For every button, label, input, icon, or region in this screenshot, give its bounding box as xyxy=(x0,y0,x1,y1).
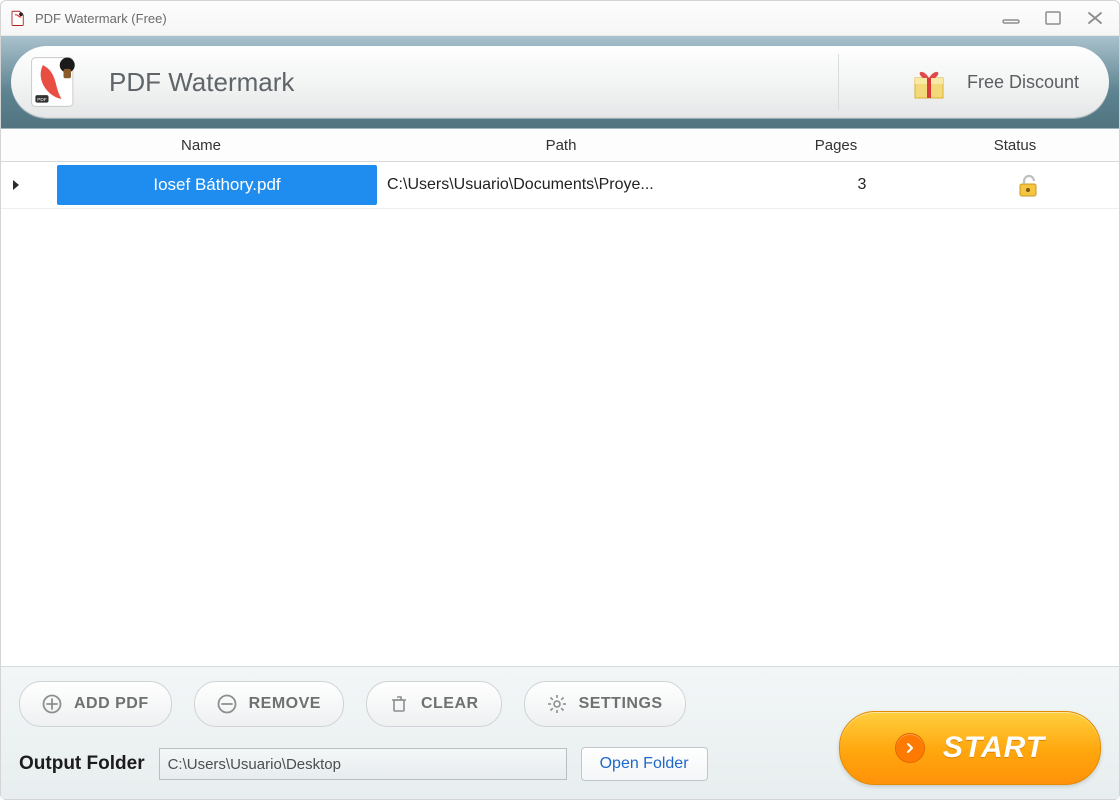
chevron-right-icon xyxy=(895,733,925,763)
minus-circle-icon xyxy=(217,694,237,714)
plus-circle-icon xyxy=(42,694,62,714)
open-folder-button[interactable]: Open Folder xyxy=(581,747,708,781)
start-button[interactable]: START xyxy=(839,711,1101,785)
row-path: C:\Users\Usuario\Documents\Proye... xyxy=(383,176,787,194)
titlebar: PDF Watermark (Free) xyxy=(1,1,1119,36)
col-status: Status xyxy=(911,137,1119,154)
minimize-button[interactable] xyxy=(999,8,1023,28)
clear-button[interactable]: CLEAR xyxy=(366,681,502,727)
row-status xyxy=(937,172,1119,198)
col-path: Path xyxy=(361,137,761,154)
table-row[interactable]: Iosef Báthory.pdf C:\Users\Usuario\Docum… xyxy=(1,162,1119,209)
file-table: Name Path Pages Status Iosef Báthory.pdf… xyxy=(1,128,1119,666)
close-button[interactable] xyxy=(1083,8,1107,28)
header-banner: PDF PDF Watermark Free Discou xyxy=(1,36,1119,128)
bottom-panel: ADD PDF REMOVE CLEAR SETTINGS xyxy=(1,666,1119,799)
add-pdf-label: ADD PDF xyxy=(74,695,149,713)
row-pages: 3 xyxy=(787,176,937,194)
trash-icon xyxy=(389,694,409,714)
settings-button[interactable]: SETTINGS xyxy=(524,681,686,727)
svg-text:PDF: PDF xyxy=(37,97,46,102)
gear-icon xyxy=(547,694,567,714)
row-name: Iosef Báthory.pdf xyxy=(57,165,377,205)
free-discount-button[interactable]: Free Discount xyxy=(909,46,1079,118)
remove-label: REMOVE xyxy=(249,695,321,713)
app-icon xyxy=(9,9,27,27)
output-folder-path: C:\Users\Usuario\Desktop xyxy=(168,756,341,773)
start-label: START xyxy=(943,731,1045,765)
clear-label: CLEAR xyxy=(421,695,479,713)
lock-open-icon xyxy=(1015,172,1041,198)
maximize-button[interactable] xyxy=(1041,8,1065,28)
add-pdf-button[interactable]: ADD PDF xyxy=(19,681,172,727)
app-name: PDF Watermark xyxy=(109,67,294,98)
banner-separator xyxy=(838,54,839,110)
settings-label: SETTINGS xyxy=(579,695,663,713)
gift-icon xyxy=(909,62,949,102)
col-pages: Pages xyxy=(761,137,911,154)
col-name: Name xyxy=(41,137,361,154)
banner-pill: PDF PDF Watermark Free Discou xyxy=(11,46,1109,118)
remove-button[interactable]: REMOVE xyxy=(194,681,344,727)
table-header: Name Path Pages Status xyxy=(1,129,1119,162)
output-folder-field[interactable]: C:\Users\Usuario\Desktop xyxy=(159,748,567,780)
app-window: PDF Watermark (Free) PDF xyxy=(0,0,1120,800)
discount-label: Free Discount xyxy=(967,72,1079,93)
row-caret-icon xyxy=(1,179,51,191)
output-folder-label: Output Folder xyxy=(19,753,145,775)
window-title: PDF Watermark (Free) xyxy=(35,11,167,26)
app-logo-icon: PDF xyxy=(21,47,91,117)
